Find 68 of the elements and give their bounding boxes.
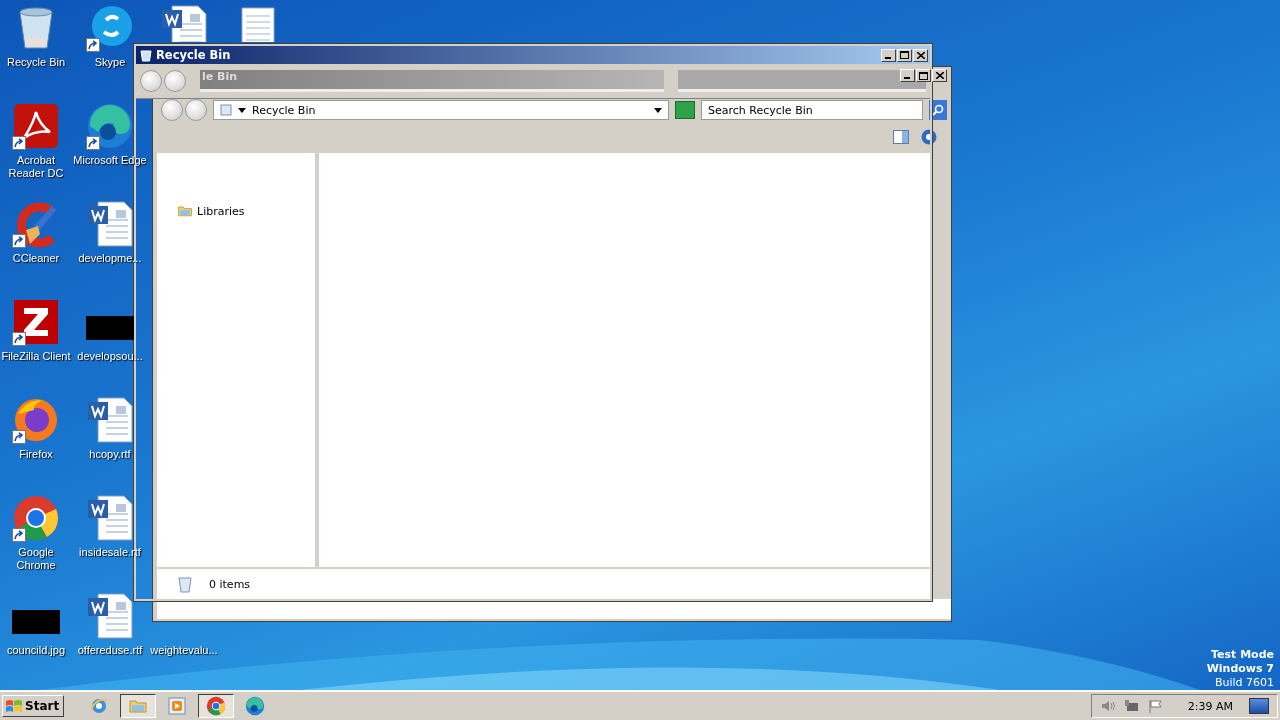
pdf-app-icon[interactable]	[12, 102, 60, 150]
icon-label[interactable]: Skype	[94, 56, 126, 69]
icon-label[interactable]: CCleaner	[12, 252, 60, 265]
maximize-icon	[919, 71, 928, 80]
shortcut-arrow-icon	[86, 136, 100, 150]
libraries-item[interactable]: Libraries	[177, 203, 245, 219]
icon-label[interactable]: councild.jpg	[6, 644, 66, 657]
close-icon	[935, 72, 944, 79]
shortcut-arrow-icon	[12, 136, 26, 150]
address-bar[interactable]: Recycle Bin	[213, 100, 669, 120]
browser-icon	[89, 696, 110, 716]
icon-label[interactable]: hcopy.rtf	[89, 448, 131, 461]
os-notice-text: Test Mode	[1210, 648, 1274, 662]
close-button[interactable]	[932, 69, 947, 82]
browser-icon	[206, 696, 227, 716]
minimize-button[interactable]	[900, 69, 915, 82]
caret-icon	[238, 107, 246, 113]
browser-icon	[245, 696, 266, 716]
recycle-bin-icon	[140, 48, 152, 62]
recycle-bin-icon	[177, 575, 193, 593]
document-icon[interactable]	[86, 592, 134, 640]
folder-icon	[177, 203, 193, 219]
taskbar-button[interactable]	[120, 694, 157, 718]
shortcut-arrow-icon	[86, 38, 100, 52]
window-title: Recycle Bin	[156, 48, 232, 62]
recycle-bin-icon	[220, 104, 232, 116]
maximize-button[interactable]	[916, 69, 931, 82]
icon-label[interactable]: Google Chrome	[0, 546, 73, 572]
icon-label[interactable]: Recycle Bin	[6, 56, 66, 69]
close-icon	[916, 51, 925, 59]
icon-label[interactable]: Acrobat Reader DC	[0, 154, 73, 180]
shortcut-arrow-icon	[12, 234, 26, 248]
taskbar-button[interactable]	[198, 694, 235, 718]
dropdown-caret-icon[interactable]	[654, 107, 662, 113]
start-button[interactable]: Start	[2, 695, 65, 717]
show-desktop-button[interactable]	[1249, 698, 1269, 714]
address-text: Recycle Bin	[252, 103, 317, 117]
minimize-button[interactable]	[881, 48, 896, 62]
flag-icon[interactable]	[1147, 699, 1164, 713]
icon-label[interactable]: FileZilla Client	[1, 350, 71, 363]
media-player-icon	[167, 696, 188, 716]
windows-logo-icon	[5, 698, 23, 714]
document-icon[interactable]	[86, 494, 134, 542]
browser-icon[interactable]	[86, 102, 134, 150]
document-icon[interactable]	[160, 4, 208, 42]
ftp-app-icon[interactable]	[12, 298, 60, 346]
ghost-title-bar: le Bin	[200, 70, 664, 92]
shortcut-arrow-icon	[12, 528, 26, 542]
document-icon[interactable]	[86, 396, 134, 444]
maximize-button[interactable]	[897, 48, 912, 62]
clock[interactable]: 2:39 AM	[1187, 699, 1233, 713]
shortcut-arrow-icon	[12, 332, 26, 346]
os-notice-text: Build 7601	[1213, 676, 1274, 690]
preview-pane-icon[interactable]	[893, 130, 909, 144]
help-icon[interactable]	[921, 129, 937, 145]
search-field[interactable]: Search Recycle Bin	[701, 100, 923, 120]
close-button[interactable]	[913, 48, 928, 62]
browser-icon[interactable]	[12, 396, 60, 444]
os-notice-text: Windows 7	[1206, 662, 1274, 676]
icon-label[interactable]: Firefox	[19, 448, 53, 461]
icon-label[interactable]: offereduse.rtf	[77, 644, 143, 657]
document-icon[interactable]	[86, 200, 134, 248]
browser-icon[interactable]	[12, 494, 60, 542]
shortcut-arrow-icon	[12, 430, 26, 444]
network-icon[interactable]	[1123, 699, 1140, 713]
item-count: 0 items	[209, 577, 251, 591]
maximize-icon	[900, 51, 909, 59]
icon-label[interactable]: weightevalu...	[150, 644, 218, 657]
